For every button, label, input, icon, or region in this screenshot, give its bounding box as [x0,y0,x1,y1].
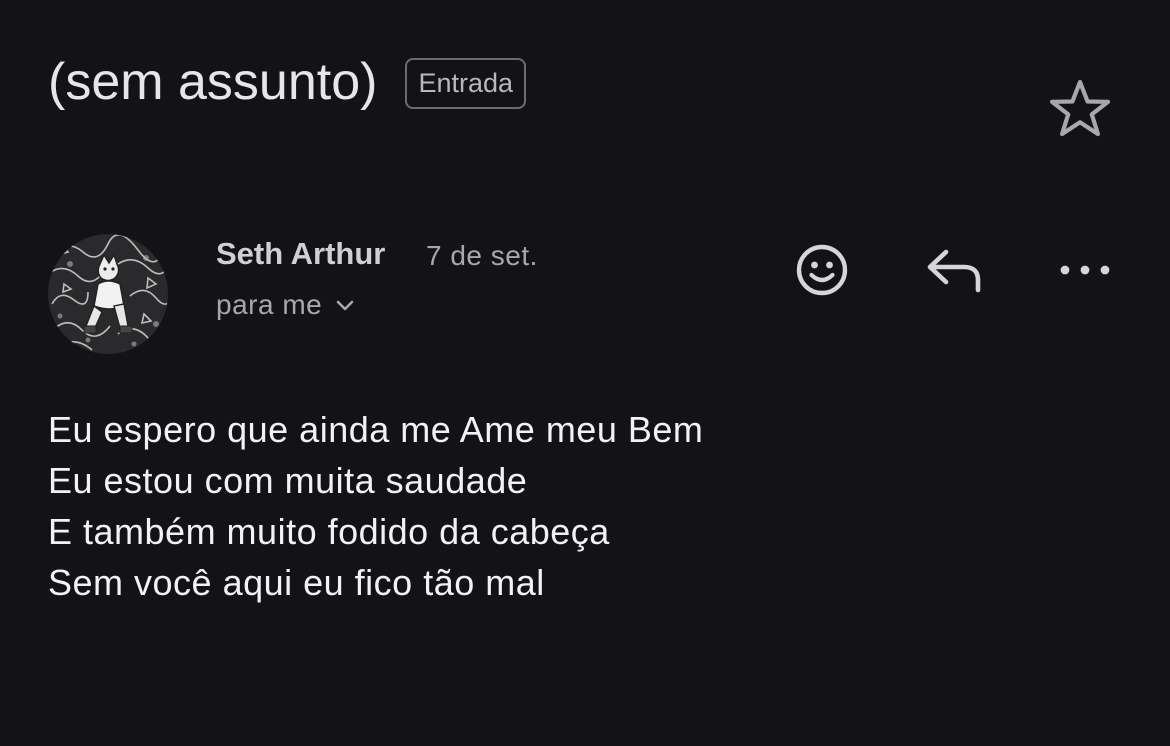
sender-avatar-image [48,234,168,354]
smile-icon [796,244,848,296]
message-date: 7 de set. [426,240,538,271]
message-body-line: Sem você aqui eu fico tão mal [48,562,545,603]
more-options-button[interactable] [1056,254,1114,286]
message-body-line: E também muito fodido da cabeça [48,511,610,552]
recipient-label: para me [216,289,323,320]
message-body-line: Eu estou com muita saudade [48,460,528,501]
reply-arrow-icon [927,249,981,293]
reply-button[interactable] [924,244,986,296]
message-body-line: Eu espero que ainda me Ame meu Bem [48,409,704,450]
subject-row: (sem assunto) Entrada [48,48,527,116]
chevron-down-icon [334,294,356,316]
emoji-reaction-button[interactable] [792,240,852,300]
message-body: Eu espero que ainda me Ame meu Bem Eu es… [48,404,703,608]
sender-name[interactable]: Seth Arthur [216,234,385,274]
more-horizontal-icon [1060,265,1110,275]
sender-avatar[interactable] [48,234,168,354]
recipient-toggle[interactable]: para me [216,285,356,325]
star-button[interactable] [1046,76,1114,140]
inbox-label-chip[interactable]: Entrada [405,57,527,109]
star-outline-icon [1049,79,1111,137]
email-subject: (sem assunto) [48,53,378,111]
